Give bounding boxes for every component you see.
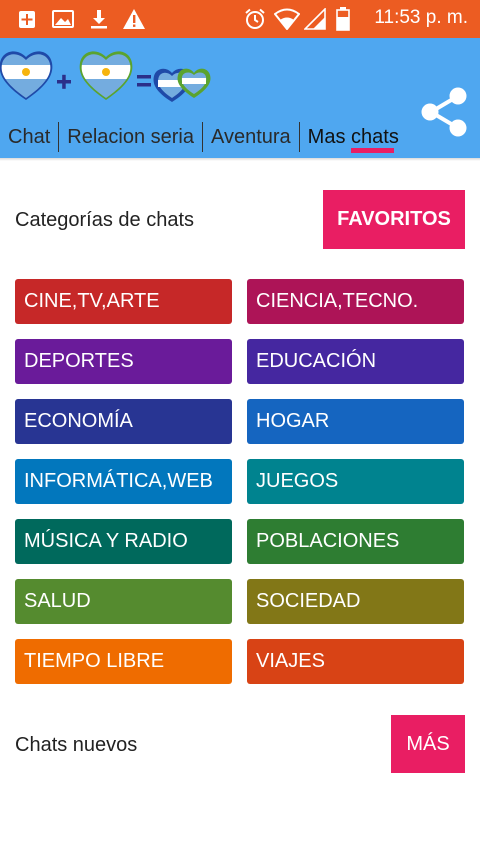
status-bar: 11:53 p. m.	[0, 0, 480, 38]
tab-relacion-seria[interactable]: Relacion seria	[58, 122, 202, 152]
download-icon	[88, 8, 110, 30]
category-button-juegos[interactable]: JUEGOS	[247, 459, 464, 504]
category-button-hogar[interactable]: HOGAR	[247, 399, 464, 444]
category-button-economia[interactable]: ECONOMÍA	[15, 399, 232, 444]
warning-icon	[122, 8, 146, 30]
category-button-educacion[interactable]: EDUCACIÓN	[247, 339, 464, 384]
image-icon	[52, 8, 74, 30]
app-bar: Chat Relacion seria Aventura Mas chats	[0, 38, 480, 158]
favorites-button[interactable]: FAVORITOS	[323, 190, 465, 249]
signal-icon	[304, 8, 326, 30]
category-button-sociedad[interactable]: SOCIEDAD	[247, 579, 464, 624]
new-chats-title: Chats nuevos	[15, 734, 138, 756]
tab-bar: Chat Relacion seria Aventura Mas chats	[0, 116, 407, 158]
more-button[interactable]: MÁS	[391, 715, 465, 773]
category-button-ciencia-tecno[interactable]: CIENCIA,TECNO.	[247, 279, 464, 324]
category-button-salud[interactable]: SALUD	[15, 579, 232, 624]
category-button-poblaciones[interactable]: POBLACIONES	[247, 519, 464, 564]
categories-title: Categorías de chats	[15, 209, 194, 231]
share-icon[interactable]	[418, 84, 470, 140]
category-button-tiempo-libre[interactable]: TIEMPO LIBRE	[15, 639, 232, 684]
tab-aventura[interactable]: Aventura	[201, 122, 299, 152]
category-button-musica-y-radio[interactable]: MÚSICA Y RADIO	[15, 519, 232, 564]
app-bar-shadow	[0, 158, 480, 161]
clock-time: 11:53 p. m.	[374, 7, 468, 28]
category-button-cine-tv-arte[interactable]: CINE,TV,ARTE	[15, 279, 232, 324]
flag-hearts-logo	[0, 48, 220, 102]
category-button-viajes[interactable]: VIAJES	[247, 639, 464, 684]
tab-chat[interactable]: Chat	[0, 122, 58, 152]
category-button-informatica-web[interactable]: INFORMÁTICA,WEB	[15, 459, 232, 504]
category-button-deportes[interactable]: DEPORTES	[15, 339, 232, 384]
active-tab-indicator	[351, 148, 394, 153]
alarm-icon	[244, 8, 266, 30]
wifi-icon	[274, 8, 300, 30]
battery-icon	[336, 7, 350, 31]
add-box-icon	[18, 8, 36, 30]
